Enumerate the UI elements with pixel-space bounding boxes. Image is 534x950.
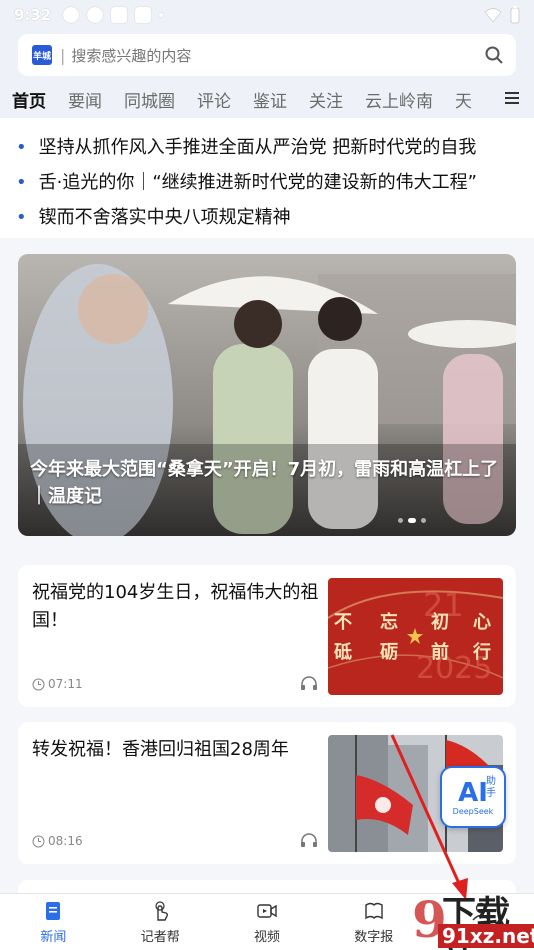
app-notification-icon [63, 7, 80, 23]
app-notification-icon [87, 7, 104, 23]
svg-text:砥: 砥 [334, 641, 352, 663]
news-card-title: 祝福党的104岁生日，祝福伟大的祖国！ [32, 582, 319, 631]
hero-carousel[interactable]: 今年来最大范围“桑拿天”开启！7月初，雷雨和高温杠上了｜温度记 [18, 254, 516, 536]
tab-home[interactable]: 首页 [12, 87, 46, 112]
svg-text:初: 初 [431, 611, 449, 633]
headline-item[interactable]: • 锲而不舍落实中央八项规定精神 [16, 203, 526, 229]
tabs-fade [464, 82, 534, 116]
news-icon [46, 901, 61, 920]
news-card-thumbnail: 21 2025 不 忘 初 心 砥 砺 前 行 [328, 578, 503, 695]
news-card-time: 07:11 [32, 677, 83, 691]
ai-assistant-button[interactable]: AI 助手 DeepSeek [440, 766, 506, 828]
tab-follow[interactable]: 关注 [309, 87, 343, 112]
headphones-icon[interactable] [300, 832, 318, 848]
svg-text:行: 行 [472, 641, 491, 663]
tab-cloud-lingnan[interactable]: 云上岭南 [365, 87, 433, 112]
nav-video[interactable]: 视频 [214, 894, 321, 950]
svg-text:前: 前 [431, 641, 449, 663]
clock-icon [32, 678, 45, 690]
search-separator: | [60, 45, 66, 65]
app-logo-icon: 羊城 [32, 45, 52, 65]
tab-comment[interactable]: 评论 [197, 87, 231, 112]
tab-local[interactable]: 同城圈 [124, 87, 175, 112]
hero-caption: 今年来最大范围“桑拿天”开启！7月初，雷雨和高温杠上了｜温度记 [30, 459, 499, 507]
carousel-indicator [398, 518, 426, 523]
headline-item[interactable]: • 舌·追光的你｜“继续推进新时代党的建设新的伟大工程” [16, 168, 526, 194]
headline-item[interactable]: • 坚持从抓作风入手推进全面从严治党 把新时代党的自我 [16, 133, 526, 159]
tab-news[interactable]: 要闻 [68, 87, 102, 112]
news-card-time: 08:16 [32, 834, 83, 848]
clock-icon [32, 835, 45, 847]
news-card[interactable]: 祝福党的104岁生日，祝福伟大的祖国！ 07:11 21 2025 不 忘 初 … [18, 565, 516, 707]
wifi-icon [484, 8, 502, 23]
svg-text:不: 不 [334, 612, 352, 633]
svg-text:心: 心 [473, 612, 491, 633]
tab-verify[interactable]: 鉴证 [253, 87, 287, 112]
nav-reporter-help[interactable]: 记者帮 [107, 894, 214, 950]
headphones-icon[interactable] [300, 675, 318, 691]
search-input[interactable]: 搜索感兴趣的内容 [71, 45, 484, 66]
svg-text:砺: 砺 [380, 642, 398, 663]
app-notification-icon [111, 7, 128, 23]
video-icon [257, 903, 277, 918]
notification-icons [63, 7, 164, 23]
menu-icon[interactable] [504, 90, 520, 106]
status-bar: 9:32 [0, 0, 534, 30]
bottom-navigation: 新闻 记者帮 视频 数字报 我的 [0, 893, 534, 950]
clock: 9:32 [14, 6, 52, 24]
nav-digital-paper[interactable]: 数字报 [320, 894, 427, 950]
news-card-title: 转发祝福！香港回归祖国28周年 [32, 739, 289, 760]
search-icon[interactable] [484, 45, 504, 65]
battery-icon [510, 6, 520, 24]
app-notification-icon [135, 7, 152, 23]
svg-text:忘: 忘 [380, 611, 398, 633]
more-notifications-icon [159, 13, 164, 17]
touch-icon [155, 900, 169, 921]
nav-profile[interactable]: 我的 [427, 894, 534, 950]
channel-tabs: 首页 要闻 同城圈 评论 鉴证 关注 云上岭南 天 [0, 82, 534, 116]
newspaper-icon [365, 902, 383, 919]
nav-news[interactable]: 新闻 [0, 894, 107, 950]
search-bar[interactable]: 羊城 | 搜索感兴趣的内容 [18, 34, 516, 76]
profile-icon [472, 902, 490, 920]
